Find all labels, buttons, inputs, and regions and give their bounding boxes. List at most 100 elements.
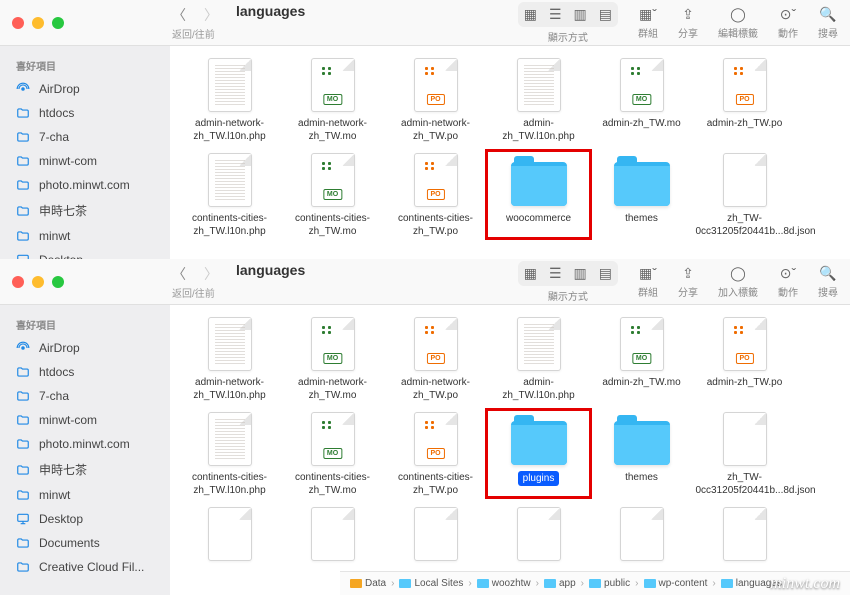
- icon-view-icon[interactable]: ▦: [524, 6, 537, 23]
- path-segment[interactable]: wp-content: [644, 578, 708, 589]
- sidebar-item-photo-minwt-com[interactable]: photo.minwt.com: [6, 173, 164, 197]
- file-item[interactable]: PO continents-cities-zh_TW.po: [384, 151, 487, 238]
- group-icon[interactable]: ▦ˇ: [639, 265, 657, 282]
- file-icon: [208, 317, 252, 371]
- share-icon[interactable]: ⇪: [682, 265, 694, 282]
- sidebar-item-documents[interactable]: Documents: [6, 531, 164, 555]
- path-segment[interactable]: Data: [350, 578, 386, 589]
- file-item[interactable]: admin-zh_TW.l10n.php: [487, 315, 590, 402]
- sidebar-item-7-cha[interactable]: 7-cha: [6, 125, 164, 149]
- zoom-button[interactable]: [52, 17, 64, 29]
- file-item[interactable]: [384, 505, 487, 566]
- file-item[interactable]: zh_TW-0cc31205f20441b...8d.json: [693, 410, 796, 497]
- close-button[interactable]: [12, 276, 24, 288]
- sidebar-item-creative-cloud-fil-[interactable]: Creative Cloud Fil...: [6, 555, 164, 579]
- file-item[interactable]: [590, 505, 693, 566]
- tags-icon[interactable]: ◯: [730, 265, 746, 282]
- file-item[interactable]: zh_TW-0cc31205f20441b...8d.json: [693, 151, 796, 238]
- file-item[interactable]: continents-cities-zh_TW.l10n.php: [178, 151, 281, 238]
- sidebar: 喜好項目 AirDrop htdocs 7-cha minwt-com phot…: [0, 46, 170, 259]
- file-item[interactable]: MO admin-network-zh_TW.mo: [281, 315, 384, 402]
- actions-icon[interactable]: ⊙ˇ: [780, 6, 796, 23]
- sidebar-item-minwt[interactable]: minwt: [6, 224, 164, 248]
- file-item[interactable]: [178, 505, 281, 566]
- file-grid[interactable]: admin-network-zh_TW.l10n.php MO admin-ne…: [170, 46, 850, 259]
- close-button[interactable]: [12, 17, 24, 29]
- file-label: continents-cities-zh_TW.po: [387, 212, 485, 238]
- folder-icon: [589, 579, 601, 588]
- sidebar-item-minwt-com[interactable]: minwt-com: [6, 408, 164, 432]
- file-item[interactable]: MO admin-network-zh_TW.mo: [281, 56, 384, 143]
- sidebar-item-minwt-com[interactable]: minwt-com: [6, 149, 164, 173]
- file-item[interactable]: PO admin-network-zh_TW.po: [384, 315, 487, 402]
- file-item[interactable]: woocommerce: [487, 151, 590, 238]
- sidebar-item--[interactable]: 申時七茶: [6, 456, 164, 483]
- file-grid[interactable]: admin-network-zh_TW.l10n.php MO admin-ne…: [170, 305, 850, 595]
- sidebar-item-airdrop[interactable]: AirDrop: [6, 336, 164, 360]
- icon-view-icon[interactable]: ▦: [524, 265, 537, 282]
- file-item[interactable]: [693, 505, 796, 566]
- back-button[interactable]: 〈: [172, 5, 186, 25]
- file-item[interactable]: MO continents-cities-zh_TW.mo: [281, 410, 384, 497]
- search-icon[interactable]: 🔍: [819, 265, 836, 282]
- sidebar-item-photo-minwt-com[interactable]: photo.minwt.com: [6, 432, 164, 456]
- folder-icon: [477, 579, 489, 588]
- file-item[interactable]: themes: [590, 151, 693, 238]
- file-item[interactable]: MO admin-zh_TW.mo: [590, 56, 693, 143]
- view-switcher[interactable]: ▦ ☰ ▥ ▤: [518, 261, 618, 286]
- minimize-button[interactable]: [32, 17, 44, 29]
- list-view-icon[interactable]: ☰: [549, 265, 562, 282]
- column-view-icon[interactable]: ▥: [574, 6, 587, 23]
- file-item[interactable]: [281, 505, 384, 566]
- path-segment[interactable]: woozhtw: [477, 578, 531, 589]
- share-icon[interactable]: ⇪: [682, 6, 694, 23]
- sidebar-item-label: minwt-com: [39, 413, 97, 427]
- file-item[interactable]: admin-zh_TW.l10n.php: [487, 56, 590, 143]
- file-icon: [517, 317, 561, 371]
- tags-icon[interactable]: ◯: [730, 6, 746, 23]
- gallery-view-icon[interactable]: ▤: [599, 6, 612, 23]
- zoom-button[interactable]: [52, 276, 64, 288]
- sidebar-item-label: minwt-com: [39, 154, 97, 168]
- sidebar-item-7-cha[interactable]: 7-cha: [6, 384, 164, 408]
- actions-icon[interactable]: ⊙ˇ: [780, 265, 796, 282]
- file-item[interactable]: admin-network-zh_TW.l10n.php: [178, 315, 281, 402]
- file-label: admin-network-zh_TW.l10n.php: [181, 376, 279, 402]
- back-button[interactable]: 〈: [172, 264, 186, 284]
- file-item[interactable]: MO continents-cities-zh_TW.mo: [281, 151, 384, 238]
- group-label: 群組: [638, 284, 658, 299]
- file-item[interactable]: continents-cities-zh_TW.l10n.php: [178, 410, 281, 497]
- file-label: admin-zh_TW.l10n.php: [490, 117, 588, 143]
- group-icon[interactable]: ▦ˇ: [639, 6, 657, 23]
- sidebar-item--[interactable]: 申時七茶: [6, 197, 164, 224]
- sidebar-item-desktop[interactable]: Desktop: [6, 248, 164, 259]
- sidebar-item-htdocs[interactable]: htdocs: [6, 101, 164, 125]
- file-item[interactable]: PO admin-zh_TW.po: [693, 56, 796, 143]
- sidebar-item-minwt[interactable]: minwt: [6, 483, 164, 507]
- path-segment[interactable]: public: [589, 578, 630, 589]
- view-switcher[interactable]: ▦ ☰ ▥ ▤: [518, 2, 618, 27]
- file-item[interactable]: PO continents-cities-zh_TW.po: [384, 410, 487, 497]
- folder-icon: [350, 579, 362, 588]
- file-item[interactable]: PO admin-network-zh_TW.po: [384, 56, 487, 143]
- path-segment[interactable]: app: [544, 578, 576, 589]
- airdrop-icon: [16, 82, 31, 96]
- file-item[interactable]: PO admin-zh_TW.po: [693, 315, 796, 402]
- list-view-icon[interactable]: ☰: [549, 6, 562, 23]
- folder-icon: [721, 579, 733, 588]
- search-icon[interactable]: 🔍: [819, 6, 836, 23]
- minimize-button[interactable]: [32, 276, 44, 288]
- forward-button[interactable]: 〉: [204, 5, 218, 25]
- file-item[interactable]: plugins: [487, 410, 590, 497]
- forward-button[interactable]: 〉: [204, 264, 218, 284]
- column-view-icon[interactable]: ▥: [574, 265, 587, 282]
- sidebar-item-desktop[interactable]: Desktop: [6, 507, 164, 531]
- file-item[interactable]: admin-network-zh_TW.l10n.php: [178, 56, 281, 143]
- sidebar-item-htdocs[interactable]: htdocs: [6, 360, 164, 384]
- sidebar-item-airdrop[interactable]: AirDrop: [6, 77, 164, 101]
- path-segment[interactable]: Local Sites: [399, 578, 463, 589]
- file-item[interactable]: [487, 505, 590, 566]
- gallery-view-icon[interactable]: ▤: [599, 265, 612, 282]
- file-item[interactable]: themes: [590, 410, 693, 497]
- file-item[interactable]: MO admin-zh_TW.mo: [590, 315, 693, 402]
